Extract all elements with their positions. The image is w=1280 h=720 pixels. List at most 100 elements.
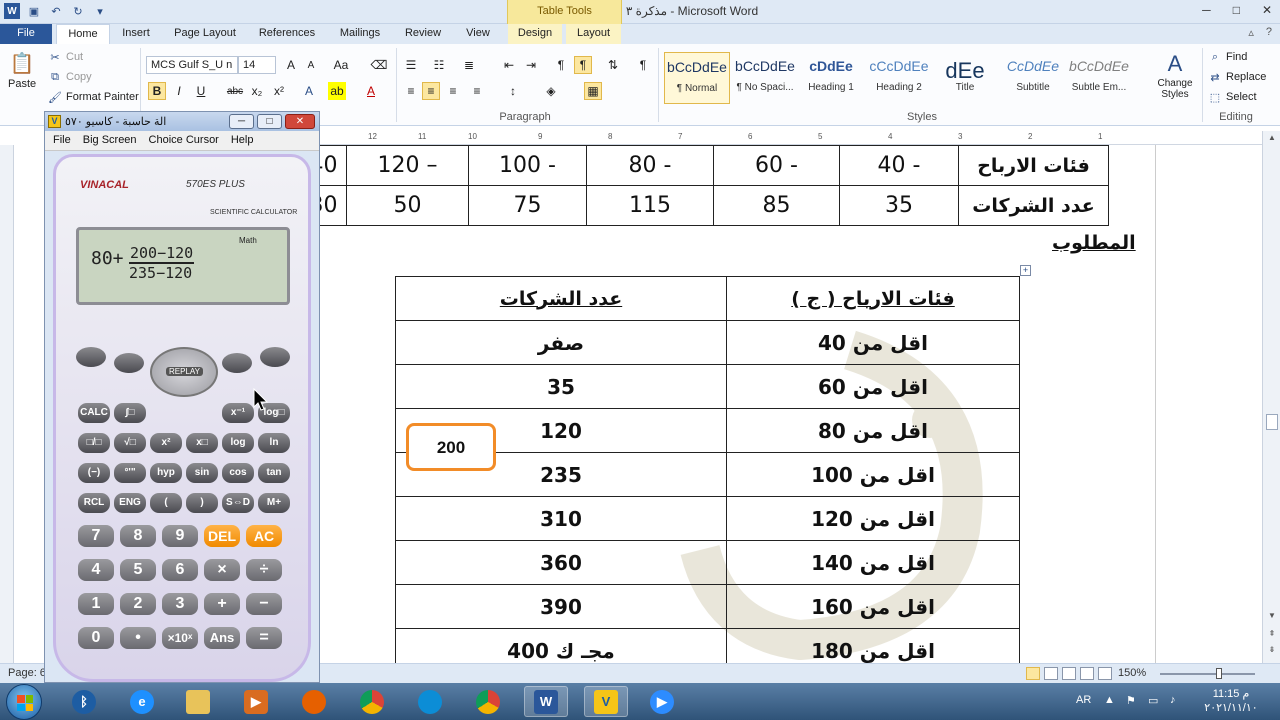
calc-menu-file[interactable]: File: [53, 134, 71, 147]
tab-file[interactable]: File: [0, 24, 52, 44]
tray-expand-icon[interactable]: ▲: [1104, 694, 1115, 706]
increase-indent-icon[interactable]: ⇥: [522, 56, 540, 74]
table-cell[interactable]: 115: [586, 185, 714, 226]
underline-button[interactable]: U: [192, 82, 210, 100]
key-9[interactable]: 9: [162, 525, 198, 547]
table-cell[interactable]: 100 -: [468, 145, 587, 186]
tab-home[interactable]: Home: [56, 24, 110, 44]
change-styles-button[interactable]: A Change Styles: [1152, 51, 1198, 100]
ans-key[interactable]: Ans: [204, 627, 240, 649]
table-cell[interactable]: 75: [468, 185, 587, 226]
calculator-window[interactable]: V الة حاسبة - كاسيو ٥٧٠ ─ □ ✕ File Big S…: [44, 111, 320, 683]
count-cell[interactable]: 310: [395, 496, 727, 541]
inverse-key[interactable]: x⁻¹: [222, 403, 254, 423]
zoom-level[interactable]: 150%: [1118, 667, 1146, 679]
negative-key[interactable]: (−): [78, 463, 110, 483]
style-title[interactable]: dEe Title: [932, 52, 998, 104]
table-cell[interactable]: 40 -: [839, 145, 959, 186]
word-taskbar-icon[interactable]: W: [524, 686, 568, 717]
text-effects-icon[interactable]: A: [300, 82, 318, 100]
table-row[interactable]: 390 اقل من 160: [395, 584, 1020, 629]
clear-formatting-icon[interactable]: ⌫: [370, 56, 388, 74]
print-layout-icon[interactable]: [1026, 667, 1040, 680]
table-header-count[interactable]: عدد الشركات: [395, 276, 727, 321]
minimize-button[interactable]: ─: [1202, 3, 1211, 17]
shading-icon[interactable]: ◈: [542, 82, 560, 100]
table-cell[interactable]: 60 -: [713, 145, 840, 186]
highlight-icon[interactable]: ab: [328, 82, 346, 100]
table-row[interactable]: 35 اقل من 60: [395, 364, 1020, 409]
table-header-class[interactable]: فئات الارباح ( ج ): [726, 276, 1020, 321]
scroll-up-icon[interactable]: ▲: [1266, 133, 1278, 145]
font-size-select[interactable]: 14: [238, 56, 276, 74]
degree-key[interactable]: °'": [114, 463, 146, 483]
table-header-cell[interactable]: فئات الارباح: [958, 145, 1109, 186]
cut-button[interactable]: ✂ Cut: [48, 50, 83, 64]
calc-minimize-button[interactable]: ─: [229, 114, 254, 129]
close-button[interactable]: ✕: [1262, 3, 1272, 17]
sort-icon[interactable]: ⇅: [604, 56, 622, 74]
file-explorer-icon[interactable]: [176, 686, 220, 717]
tab-page-layout[interactable]: Page Layout: [168, 24, 242, 44]
format-painter-button[interactable]: 🖌 Format Painter: [48, 90, 139, 104]
calc-menu-choice-cursor[interactable]: Choice Cursor: [149, 134, 219, 147]
decrease-indent-icon[interactable]: ⇤: [500, 56, 518, 74]
paste-button[interactable]: 📋 Paste: [8, 50, 36, 91]
style-heading-1[interactable]: cDdEe Heading 1: [798, 52, 864, 104]
find-button[interactable]: ⌕ Find: [1208, 50, 1248, 64]
chrome-icon[interactable]: [350, 686, 394, 717]
eng-key[interactable]: ENG: [114, 493, 146, 513]
power-key[interactable]: x□: [186, 433, 218, 453]
class-cell[interactable]: اقل من 100: [726, 452, 1020, 497]
page-indicator[interactable]: Page: 6: [8, 667, 46, 679]
multilevel-list-icon[interactable]: ≣: [460, 56, 478, 74]
key-6[interactable]: 6: [162, 559, 198, 581]
volume-icon[interactable]: ♪: [1170, 694, 1176, 706]
numbering-icon[interactable]: ☷: [430, 56, 448, 74]
table-row[interactable]: صفر اقل من 40: [395, 320, 1020, 365]
language-indicator[interactable]: AR: [1076, 694, 1091, 706]
style-heading-2[interactable]: cCcDdEe Heading 2: [866, 52, 932, 104]
key-5[interactable]: 5: [120, 559, 156, 581]
multiply-key[interactable]: ×: [204, 559, 240, 581]
align-center-icon[interactable]: ≡: [422, 82, 440, 100]
fraction-key[interactable]: □/□: [78, 433, 110, 453]
tan-key[interactable]: tan: [258, 463, 290, 483]
draft-icon[interactable]: [1098, 667, 1112, 680]
tab-view[interactable]: View: [458, 24, 498, 44]
calc-close-button[interactable]: ✕: [285, 114, 315, 129]
shrink-font-icon[interactable]: A: [302, 56, 320, 74]
exp-key[interactable]: ×10ˣ: [162, 627, 198, 649]
count-cell[interactable]: 390: [395, 584, 727, 629]
justify-icon[interactable]: ≡: [468, 82, 486, 100]
next-page-icon[interactable]: ⇟: [1266, 645, 1278, 657]
bold-button[interactable]: B: [148, 82, 166, 100]
class-cell[interactable]: اقل من 80: [726, 408, 1020, 453]
key-1[interactable]: 1: [78, 593, 114, 615]
chrome-icon-2[interactable]: [466, 686, 510, 717]
help-icon[interactable]: ?: [1266, 26, 1272, 39]
count-cell[interactable]: صفر: [395, 320, 727, 365]
strikethrough-button[interactable]: abc: [226, 82, 244, 100]
tab-design[interactable]: Design: [508, 24, 562, 44]
style-normal[interactable]: bCcDdEe ¶ Normal: [664, 52, 730, 104]
table-header-cell[interactable]: عدد الشركات: [958, 185, 1109, 226]
key-3[interactable]: 3: [162, 593, 198, 615]
align-right-icon[interactable]: ≡: [444, 82, 462, 100]
shift-key[interactable]: [76, 347, 106, 367]
class-cell[interactable]: اقل من 160: [726, 584, 1020, 629]
table-cell[interactable]: 35: [839, 185, 959, 226]
zoom-slider[interactable]: [1160, 673, 1255, 675]
vertical-ruler[interactable]: [0, 145, 14, 665]
maximize-button[interactable]: □: [1233, 3, 1240, 17]
key-7[interactable]: 7: [78, 525, 114, 547]
font-color-icon[interactable]: A: [362, 82, 380, 100]
font-name-select[interactable]: MCS Gulf S_U n: [146, 56, 238, 74]
equals-key[interactable]: =: [246, 627, 282, 649]
network-icon[interactable]: ▭: [1148, 694, 1158, 707]
tab-mailings[interactable]: Mailings: [332, 24, 388, 44]
count-cell[interactable]: 35: [395, 364, 727, 409]
firefox-icon[interactable]: [292, 686, 336, 717]
style-subtitle[interactable]: CcDdEe Subtitle: [1000, 52, 1066, 104]
table-row[interactable]: 360 اقل من 140: [395, 540, 1020, 585]
